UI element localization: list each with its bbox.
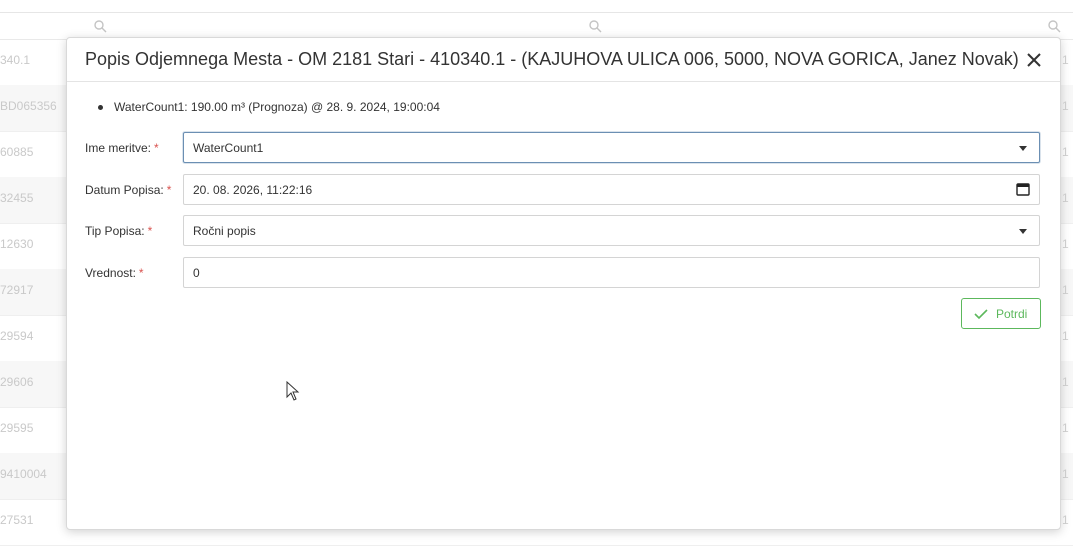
search-icon[interactable]	[93, 19, 107, 33]
table-cell: 1	[1062, 329, 1069, 343]
check-icon	[974, 309, 988, 320]
table-cell: 72917	[0, 283, 34, 297]
required-mark: *	[166, 183, 172, 197]
date-label: Datum Popisa: *	[85, 183, 171, 197]
calendar-icon[interactable]	[1016, 182, 1030, 196]
table-header	[0, 0, 1073, 13]
amount-label: Vrednost: *	[85, 266, 144, 280]
type-value: Ročni popis	[193, 224, 256, 238]
table-cell: 32455	[0, 191, 34, 205]
amount-input[interactable]: 0	[183, 257, 1040, 288]
table-cell: 27531	[0, 513, 34, 527]
table-cell: 29606	[0, 375, 34, 389]
label-text: Tip Popisa:	[85, 224, 145, 238]
table-cell: BD065356	[0, 99, 57, 113]
table-cell: 60885	[0, 145, 34, 159]
search-icon[interactable]	[588, 19, 602, 33]
amount-value: 0	[193, 266, 200, 280]
table-cell: 1	[1062, 99, 1069, 113]
label-text: Ime meritve:	[85, 141, 152, 155]
table-filter-row	[0, 13, 1073, 40]
required-mark: *	[147, 224, 153, 238]
table-cell: 1	[1062, 375, 1069, 389]
table-cell: 1	[1062, 191, 1069, 205]
type-row: Tip Popisa: * Ročni popis	[85, 215, 1042, 248]
modal-title: Popis Odjemnega Mesta - OM 2181 Stari - …	[85, 49, 1019, 69]
table-cell: 1	[1062, 145, 1069, 159]
chevron-down-icon[interactable]	[1019, 229, 1027, 234]
close-icon[interactable]	[1025, 51, 1043, 69]
label-text: Vrednost:	[85, 266, 136, 280]
table-cell: 1	[1062, 513, 1069, 527]
table-cell: 29595	[0, 421, 34, 435]
reading-modal: Popis Odjemnega Mesta - OM 2181 Stari - …	[66, 37, 1061, 530]
confirm-button[interactable]: Potrdi	[961, 298, 1041, 329]
chevron-down-icon[interactable]	[1019, 146, 1027, 151]
modal-header: Popis Odjemnega Mesta - OM 2181 Stari - …	[67, 38, 1060, 82]
mouse-cursor-icon	[286, 381, 300, 401]
label-text: Datum Popisa:	[85, 183, 164, 197]
table-cell: 1	[1062, 283, 1069, 297]
required-mark: *	[154, 141, 159, 155]
table-cell: 1	[1062, 421, 1069, 435]
confirm-label: Potrdi	[996, 307, 1028, 321]
type-select[interactable]: Ročni popis	[183, 215, 1040, 246]
date-value: 20. 08. 2026, 11:22:16	[193, 183, 313, 197]
table-cell: 29594	[0, 329, 34, 343]
required-mark: *	[138, 266, 144, 280]
table-cell: 340.1	[0, 53, 31, 67]
table-cell: 9410004	[0, 467, 47, 481]
table-cell: 1	[1062, 237, 1069, 251]
date-row: Datum Popisa: * 20. 08. 2026, 11:22:16	[85, 174, 1042, 207]
table-cell: 1	[1062, 53, 1069, 67]
list-item: WaterCount1: 190.00 m³ (Prognoza) @ 28. …	[85, 100, 440, 114]
measurement-select[interactable]: WaterCount1	[183, 132, 1040, 163]
measurement-row: Ime meritve: * WaterCount1	[85, 132, 1042, 165]
amount-row: Vrednost: * 0	[85, 257, 1042, 290]
table-cell: 12630	[0, 237, 34, 251]
search-icon[interactable]	[1047, 19, 1061, 33]
previous-readings-list: WaterCount1: 190.00 m³ (Prognoza) @ 28. …	[85, 100, 440, 114]
type-label: Tip Popisa: *	[85, 224, 152, 238]
table-cell: 1	[1062, 467, 1069, 481]
measurement-label: Ime meritve: *	[85, 141, 159, 155]
measurement-value: WaterCount1	[193, 141, 264, 155]
date-input[interactable]: 20. 08. 2026, 11:22:16	[183, 174, 1040, 205]
